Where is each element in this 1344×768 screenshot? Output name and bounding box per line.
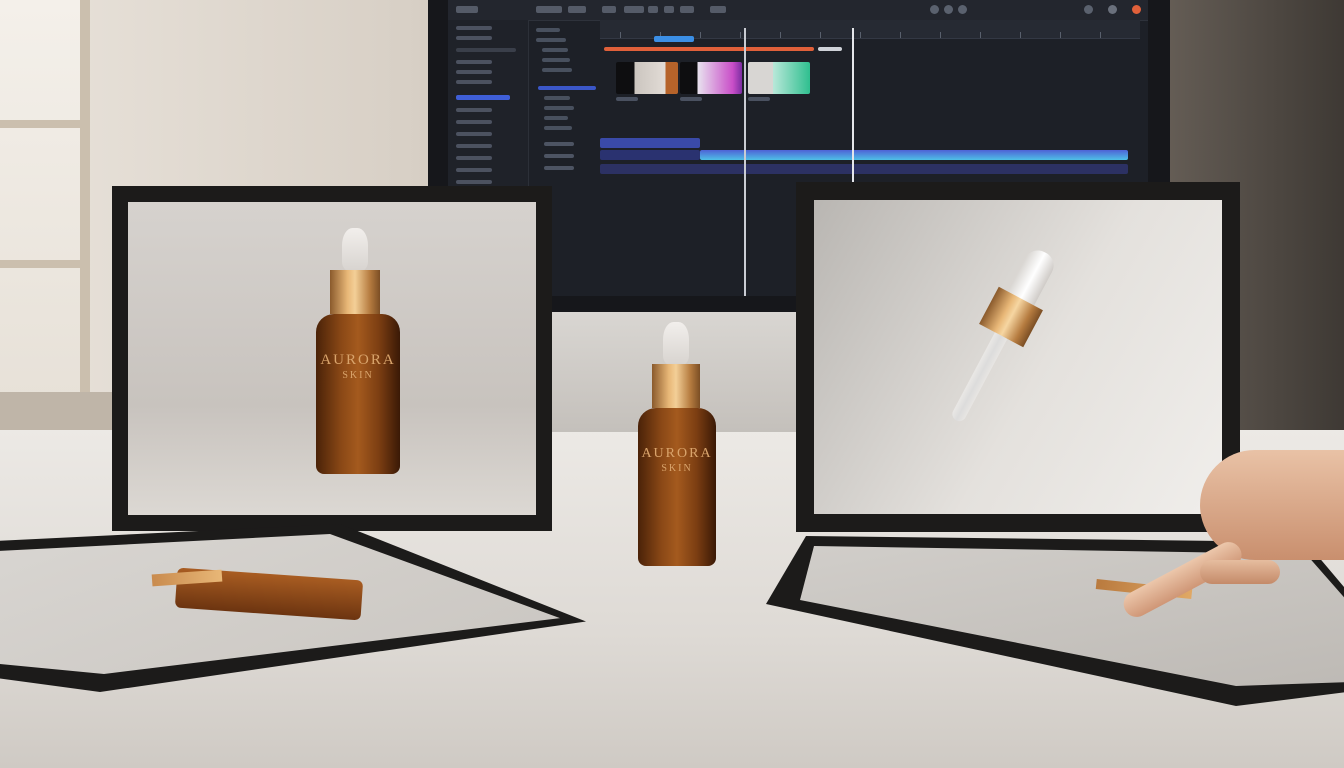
- minimize-icon[interactable]: [1084, 5, 1093, 14]
- tree-item-selected[interactable]: [538, 86, 596, 90]
- playhead[interactable]: [744, 28, 746, 296]
- tree-item[interactable]: [542, 58, 570, 62]
- sidebar-item[interactable]: [456, 70, 492, 74]
- bottle-collar: [330, 270, 380, 314]
- bottle-collar: [652, 364, 700, 408]
- timeline-clip-selected[interactable]: [700, 150, 1128, 160]
- tree-item[interactable]: [544, 96, 570, 100]
- brand-name: AURORA: [320, 352, 396, 368]
- project-tree: [530, 20, 600, 140]
- sidebar-item[interactable]: [456, 48, 516, 52]
- toolbar-item[interactable]: [710, 6, 726, 13]
- sidebar-item[interactable]: [456, 26, 492, 30]
- timeline-clip[interactable]: [600, 164, 1128, 174]
- sidebar-item[interactable]: [456, 132, 492, 136]
- toolbar-item[interactable]: [536, 6, 562, 13]
- tree-item[interactable]: [536, 38, 566, 42]
- toolbar-item[interactable]: [456, 6, 478, 13]
- tree-item[interactable]: [544, 116, 568, 120]
- sidebar-item[interactable]: [456, 36, 492, 40]
- timeline-clip[interactable]: [600, 150, 700, 160]
- bottle-body: AURORA SKIN: [316, 314, 400, 474]
- serum-bottle-photo: AURORA SKIN: [314, 228, 400, 478]
- window-mullion: [0, 260, 80, 268]
- photo-frame-left: AURORA SKIN: [112, 186, 552, 531]
- sidebar-item[interactable]: [456, 60, 492, 64]
- dropper-bulb: [663, 322, 689, 366]
- dropper-pipette: [949, 332, 1008, 424]
- tree-item[interactable]: [542, 48, 568, 52]
- maximize-icon[interactable]: [1108, 5, 1117, 14]
- toolbar-item[interactable]: [680, 6, 694, 13]
- sidebar-item[interactable]: [456, 80, 492, 84]
- clip-thumbnail[interactable]: [680, 62, 742, 94]
- sidebar-item[interactable]: [456, 168, 492, 172]
- sidebar-item-selected[interactable]: [456, 95, 510, 100]
- track-label: [544, 166, 574, 170]
- frame-photo: AURORA SKIN: [128, 202, 536, 515]
- track-label: [544, 142, 574, 146]
- clip-caption: [616, 97, 638, 101]
- sidebar-item[interactable]: [456, 180, 492, 184]
- toolbar-item[interactable]: [664, 6, 674, 13]
- in-out-marker[interactable]: [654, 36, 694, 42]
- clip-caption: [748, 97, 770, 101]
- clip-thumbnail[interactable]: [616, 62, 678, 94]
- toolbar-item[interactable]: [624, 6, 644, 13]
- sidebar-item[interactable]: [456, 120, 492, 124]
- close-icon[interactable]: [1132, 5, 1141, 14]
- toolbar-item[interactable]: [602, 6, 616, 13]
- work-area-end[interactable]: [818, 47, 842, 51]
- editor-toolbar: [448, 0, 1148, 21]
- serum-bottle: AURORA SKIN: [636, 322, 716, 566]
- tree-item[interactable]: [544, 126, 572, 130]
- dropper-bulb: [342, 228, 368, 272]
- brand-subline: SKIN: [661, 463, 693, 474]
- toolbar-item[interactable]: [568, 6, 586, 13]
- window: [0, 0, 90, 400]
- hand: [1110, 440, 1344, 622]
- clip-thumbnail[interactable]: [748, 62, 810, 94]
- tree-item[interactable]: [542, 68, 572, 72]
- brand-name: AURORA: [641, 446, 713, 461]
- brand-subline: SKIN: [342, 370, 374, 381]
- timeline-clip[interactable]: [600, 138, 700, 148]
- toolbar-toggle-icon[interactable]: [944, 5, 953, 14]
- sidebar-item[interactable]: [456, 156, 492, 160]
- sidebar-item[interactable]: [456, 144, 492, 148]
- tree-item[interactable]: [544, 106, 574, 110]
- work-area-bar[interactable]: [604, 47, 814, 51]
- bottle-body: AURORA SKIN: [638, 408, 716, 566]
- toolbar-toggle-icon[interactable]: [958, 5, 967, 14]
- toolbar-toggle-icon[interactable]: [930, 5, 939, 14]
- toolbar-item[interactable]: [648, 6, 658, 13]
- sidebar-item[interactable]: [456, 108, 492, 112]
- window-mullion: [0, 120, 80, 128]
- tree-item[interactable]: [536, 28, 560, 32]
- clip-caption: [680, 97, 702, 101]
- track-label: [544, 154, 574, 158]
